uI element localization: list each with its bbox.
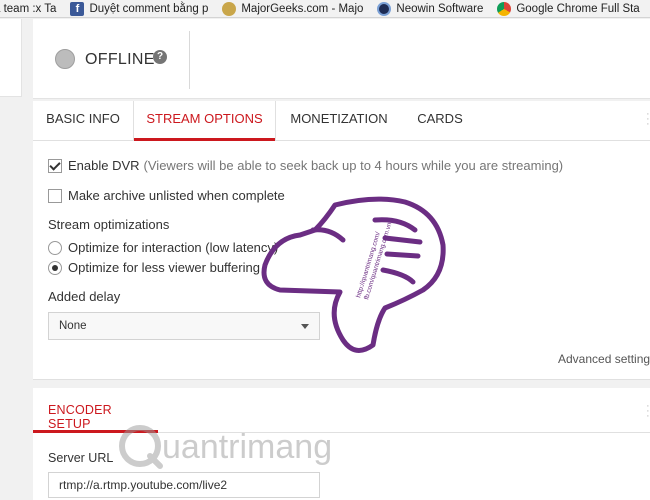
encoder-setup-title: ENCODER SETUP bbox=[48, 403, 112, 431]
drag-handle-icon[interactable]: · · · bbox=[646, 401, 650, 422]
settings-tabs: BASIC INFO STREAM OPTIONS MONETIZATION C… bbox=[33, 101, 650, 141]
archive-unlisted-label: Make archive unlisted when complete bbox=[68, 188, 285, 203]
archive-unlisted-checkbox[interactable] bbox=[48, 188, 62, 203]
chrome-icon bbox=[497, 1, 512, 16]
optimize-buffering-row[interactable]: Optimize for less viewer buffering bbox=[48, 260, 260, 275]
sidebar-panel bbox=[0, 19, 22, 97]
bookmarks-bar: a team :x Ta f Duyệt comment bằng p Majo… bbox=[0, 0, 650, 18]
enable-dvr-label: Enable DVR bbox=[68, 158, 140, 173]
optimize-buffering-radio[interactable] bbox=[48, 260, 62, 275]
tab-monetization[interactable]: MONETIZATION bbox=[276, 101, 402, 141]
tab-basic-info[interactable]: BASIC INFO bbox=[33, 101, 133, 141]
optimize-interaction-row[interactable]: Optimize for interaction (low latency) bbox=[48, 240, 278, 255]
optimize-interaction-label: Optimize for interaction (low latency) bbox=[68, 240, 279, 255]
encoder-setup-card: ENCODER SETUP · · · Server URL bbox=[33, 388, 650, 500]
archive-unlisted-row[interactable]: Make archive unlisted when complete bbox=[48, 188, 285, 203]
bookmark-item[interactable]: Google Chrome Full Sta bbox=[497, 1, 640, 16]
chevron-down-icon bbox=[301, 324, 309, 329]
status-indicator-icon bbox=[55, 49, 75, 69]
added-delay-value: None bbox=[59, 320, 87, 332]
bookmark-item[interactable]: Neowin Software bbox=[377, 1, 483, 16]
optimize-interaction-radio[interactable] bbox=[48, 240, 62, 255]
added-delay-label: Added delay bbox=[48, 289, 121, 304]
server-url-label: Server URL bbox=[48, 451, 114, 465]
stream-status-text: OFFLINE bbox=[85, 51, 155, 68]
majorgeeks-icon bbox=[222, 1, 237, 16]
tab-stream-options[interactable]: STREAM OPTIONS bbox=[134, 101, 275, 141]
help-icon[interactable]: ? bbox=[153, 50, 167, 64]
divider bbox=[158, 432, 650, 433]
divider bbox=[189, 31, 190, 89]
tab-encoder-setup[interactable]: ENCODER SETUP bbox=[33, 388, 158, 433]
server-url-input[interactable] bbox=[48, 472, 320, 498]
optimize-buffering-label: Optimize for less viewer buffering bbox=[68, 260, 260, 275]
enable-dvr-hint: (Viewers will be able to seek back up to… bbox=[143, 158, 564, 173]
neowin-icon bbox=[377, 1, 392, 16]
bookmark-item[interactable]: MajorGeeks.com - Majo bbox=[222, 1, 363, 16]
stream-optimizations-label: Stream optimizations bbox=[48, 217, 170, 232]
tab-cards[interactable]: CARDS bbox=[402, 101, 478, 141]
added-delay-select[interactable]: None bbox=[48, 312, 320, 340]
stream-settings-card: BASIC INFO STREAM OPTIONS MONETIZATION C… bbox=[33, 101, 650, 380]
bookmark-item[interactable]: f Duyệt comment bằng p bbox=[70, 1, 208, 16]
enable-dvr-checkbox[interactable] bbox=[48, 158, 62, 173]
bookmark-item[interactable]: a team :x Ta bbox=[0, 3, 56, 15]
stream-status-card: OFFLINE ? bbox=[33, 19, 650, 99]
facebook-icon: f bbox=[70, 1, 85, 16]
drag-handle-icon[interactable]: · · · bbox=[646, 109, 650, 130]
advanced-settings-link[interactable]: Advanced settings bbox=[558, 352, 650, 366]
enable-dvr-row[interactable]: Enable DVR (Viewers will be able to seek… bbox=[48, 158, 563, 173]
